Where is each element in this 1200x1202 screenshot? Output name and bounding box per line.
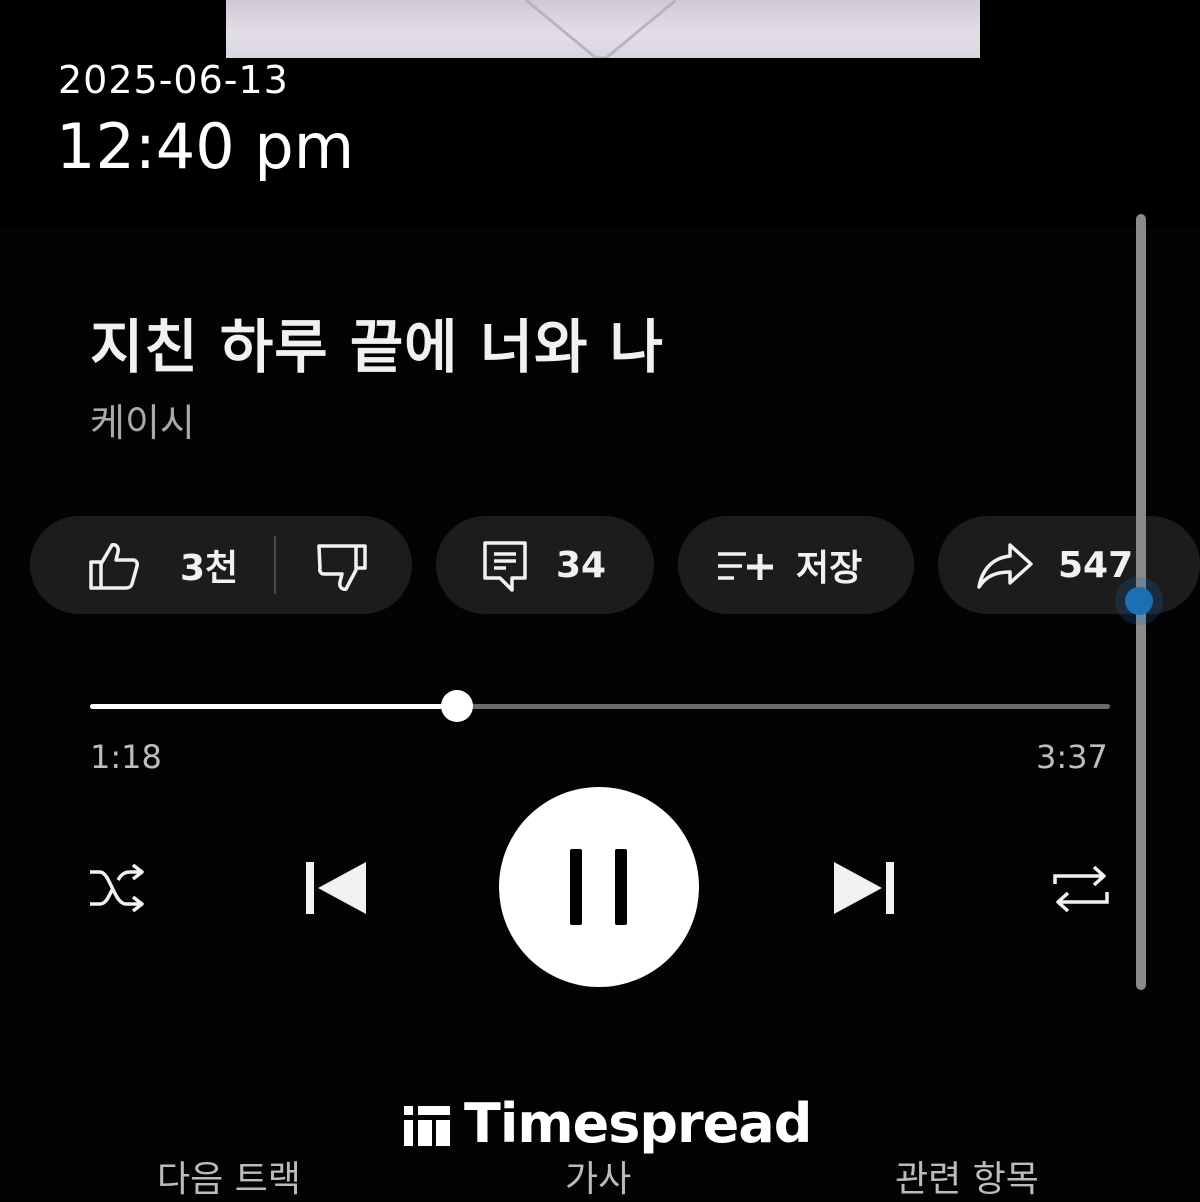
share-button[interactable]: 547: [938, 516, 1200, 614]
seek-bar-played: [90, 704, 458, 709]
repeat-icon[interactable]: [1050, 862, 1112, 920]
comment-button[interactable]: 34: [436, 516, 654, 614]
seek-bar[interactable]: [90, 690, 1110, 722]
comment-icon: [482, 540, 528, 598]
skip-next-icon[interactable]: [832, 860, 896, 920]
playlist-add-icon: [716, 548, 776, 588]
artist-name[interactable]: 케이시: [90, 392, 195, 447]
pause-icon-bar: [615, 849, 627, 925]
scroll-indicator[interactable]: [1125, 587, 1153, 615]
shuffle-icon[interactable]: [88, 862, 148, 918]
album-art: [226, 0, 980, 58]
save-button[interactable]: 저장: [678, 516, 914, 614]
pause-button[interactable]: [499, 787, 699, 987]
watermark: Timespread: [404, 1092, 812, 1155]
comment-count: 34: [556, 544, 607, 586]
thumbs-up-icon[interactable]: [88, 540, 140, 596]
pill-divider: [274, 536, 276, 594]
total-duration: 3:37: [1036, 738, 1108, 776]
song-title: 지친 하루 끝에 너와 나: [90, 313, 665, 381]
tab-up-next[interactable]: 다음 트랙: [157, 1150, 301, 1202]
capture-date: 2025-06-13: [58, 58, 289, 102]
skip-previous-icon[interactable]: [304, 860, 368, 920]
album-art-detail: [526, 0, 676, 58]
thumbs-down-icon[interactable]: [316, 542, 368, 598]
current-time: 1:18: [90, 738, 162, 776]
tab-related[interactable]: 관련 항목: [895, 1150, 1039, 1202]
share-arrow-icon: [976, 542, 1034, 594]
share-count: 547: [1058, 544, 1134, 586]
seek-bar-thumb[interactable]: [441, 690, 474, 722]
save-label: 저장: [796, 548, 863, 589]
like-count: 3천: [180, 548, 239, 589]
pause-icon: [570, 849, 582, 925]
watermark-text: Timespread: [464, 1092, 812, 1155]
tab-lyrics[interactable]: 가사: [565, 1150, 631, 1202]
brand-logo-icon: [404, 1105, 450, 1146]
like-dislike-pill: 3천: [30, 516, 412, 614]
capture-time: 12:40 pm: [56, 110, 355, 183]
